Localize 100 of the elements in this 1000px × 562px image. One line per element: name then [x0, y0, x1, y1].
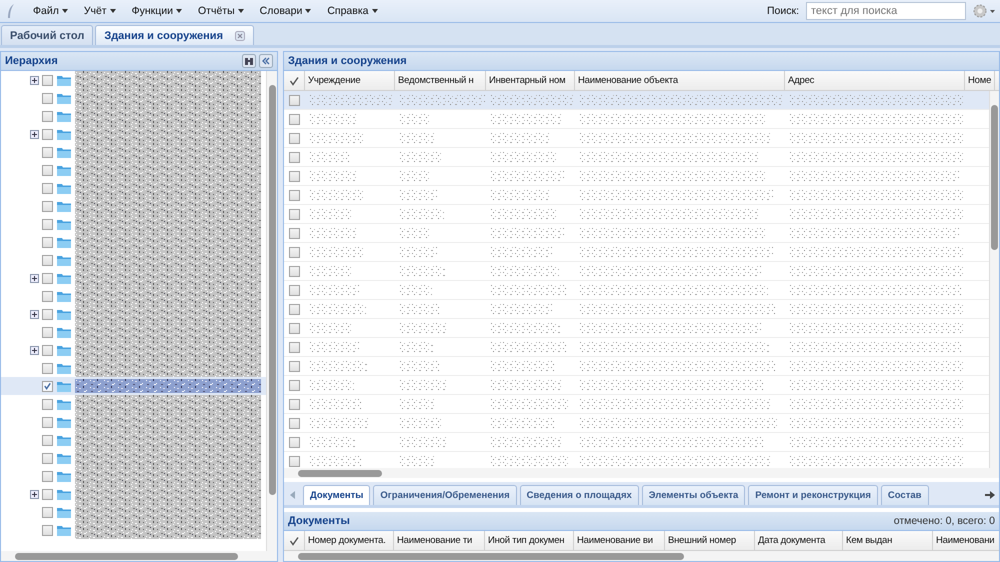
checkbox[interactable] — [42, 326, 53, 338]
checkbox[interactable] — [288, 456, 300, 466]
expand-icon[interactable] — [30, 274, 39, 282]
checkbox[interactable] — [42, 200, 53, 212]
panel-title: Документы — [288, 515, 351, 527]
checkbox[interactable] — [42, 362, 53, 374]
checkbox[interactable] — [42, 164, 53, 176]
checkbox[interactable] — [42, 92, 53, 104]
scrollbar[interactable] — [284, 551, 999, 561]
gear-icon[interactable] — [972, 3, 996, 19]
scrollbar[interactable] — [989, 91, 999, 468]
checkbox[interactable] — [288, 380, 300, 390]
checkbox[interactable] — [42, 236, 53, 248]
menu-item[interactable]: Отчёты — [191, 5, 251, 17]
checkbox[interactable] — [288, 360, 300, 372]
checkbox[interactable] — [288, 190, 300, 200]
search-label: Поиск: — [766, 5, 799, 17]
expand-icon[interactable] — [30, 346, 39, 354]
checkbox[interactable] — [288, 170, 300, 182]
menu-item[interactable]: Файл — [26, 5, 75, 17]
column-header[interactable]: Номе — [965, 71, 995, 90]
checkbox[interactable] — [42, 218, 53, 230]
expand-icon[interactable] — [30, 310, 39, 318]
checkbox[interactable] — [42, 290, 53, 302]
menu-item[interactable]: Функции — [124, 5, 189, 17]
checkbox[interactable] — [42, 110, 53, 122]
checkbox[interactable] — [42, 434, 53, 446]
checkbox[interactable] — [42, 398, 53, 410]
checkbox[interactable] — [42, 182, 53, 194]
checkbox[interactable] — [42, 470, 53, 482]
checkbox[interactable] — [288, 304, 300, 314]
checkbox[interactable] — [42, 254, 53, 266]
folder-icon — [56, 236, 72, 248]
checkbox[interactable] — [42, 380, 53, 392]
close-icon[interactable] — [234, 30, 245, 40]
column-header[interactable]: Иной тип докумен — [485, 531, 574, 550]
tab[interactable]: Рабочий стол — [1, 25, 94, 45]
folder-icon — [56, 290, 72, 302]
checkbox[interactable] — [288, 132, 300, 144]
checkbox[interactable] — [42, 452, 53, 464]
table-row[interactable] — [284, 91, 989, 110]
checkbox[interactable] — [42, 416, 53, 428]
column-header[interactable]: Учреждение — [305, 71, 395, 90]
menu-item[interactable]: Учёт — [76, 5, 123, 17]
checkbox[interactable] — [288, 418, 300, 428]
scroll-left-icon[interactable] — [288, 490, 298, 500]
menu-item[interactable]: Словари — [252, 5, 318, 17]
checkbox[interactable] — [288, 398, 300, 410]
checkbox[interactable] — [42, 344, 53, 356]
checkbox[interactable] — [288, 246, 300, 258]
checkbox[interactable] — [288, 208, 300, 220]
column-header[interactable]: Наименование ви — [574, 531, 665, 550]
column-header[interactable]: Кем выдан — [843, 531, 933, 550]
checkbox[interactable] — [42, 308, 53, 320]
scroll-right-icon[interactable] — [985, 490, 995, 500]
column-header[interactable]: Адрес — [785, 71, 965, 90]
checkbox[interactable] — [42, 488, 53, 500]
checkbox[interactable] — [42, 146, 53, 158]
folder-icon — [56, 218, 72, 230]
search-field[interactable]: текст для поиска — [806, 2, 966, 20]
checkbox[interactable] — [288, 152, 300, 162]
tab[interactable]: Документы — [303, 485, 370, 505]
checkbox[interactable] — [288, 284, 300, 296]
tab[interactable]: Ограничения/Обременения — [373, 485, 517, 505]
expand-icon[interactable] — [30, 130, 39, 138]
column-header[interactable]: Ведомственный н — [395, 71, 486, 90]
checkbox[interactable] — [288, 322, 300, 334]
tab[interactable]: Элементы объекта — [642, 485, 746, 505]
scrollbar[interactable] — [284, 468, 999, 478]
menu-item[interactable]: Справка — [320, 5, 385, 17]
column-header[interactable]: Наименование ти — [394, 531, 485, 550]
checkbox[interactable] — [288, 342, 300, 352]
tab[interactable]: Здания и сооружения — [95, 25, 254, 45]
checkmark-icon[interactable] — [289, 76, 299, 86]
checkbox[interactable] — [288, 436, 300, 448]
checkbox[interactable] — [288, 114, 300, 124]
tab[interactable]: Сведения о площадях — [520, 485, 639, 505]
scrollbar[interactable] — [1, 551, 277, 561]
column-header[interactable]: Внешний номер — [665, 531, 755, 550]
tab[interactable]: Ремонт и реконструкция — [748, 485, 878, 505]
checkbox[interactable] — [42, 128, 53, 140]
checkbox[interactable] — [42, 74, 53, 86]
expand-icon[interactable] — [30, 76, 39, 84]
collapse-icon[interactable] — [259, 54, 273, 68]
checkbox[interactable] — [288, 266, 300, 276]
scrollbar[interactable] — [266, 71, 277, 551]
column-header[interactable]: Наименование объекта — [575, 71, 785, 90]
checkbox[interactable] — [42, 506, 53, 518]
column-header[interactable]: Дата документа — [755, 531, 843, 550]
column-header[interactable]: Номер документа. — [305, 531, 394, 550]
expand-icon[interactable] — [30, 490, 39, 498]
column-header[interactable]: Инвентарный ном — [486, 71, 575, 90]
checkbox[interactable] — [288, 228, 300, 238]
checkbox[interactable] — [42, 272, 53, 284]
checkbox[interactable] — [288, 94, 300, 106]
tree-node[interactable] — [1, 377, 266, 395]
column-header[interactable]: Наименовани — [933, 531, 999, 550]
checkbox[interactable] — [42, 524, 53, 536]
checkmark-icon[interactable] — [289, 536, 299, 546]
tab[interactable]: Состав — [880, 485, 928, 505]
